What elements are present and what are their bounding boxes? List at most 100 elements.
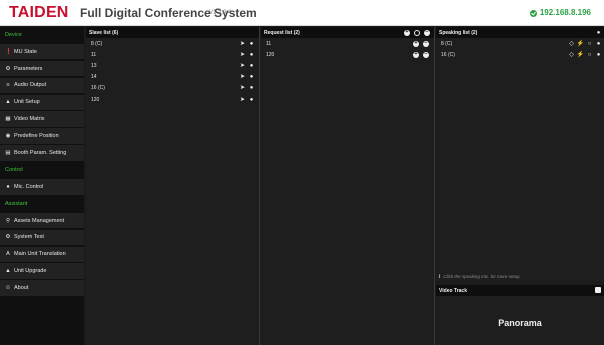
mic-icon[interactable]: ● bbox=[594, 50, 603, 59]
speaking-list-title: Speaking list (2) bbox=[439, 29, 478, 36]
sidebar-item-assets-management[interactable]: ⚲ Assets Management bbox=[0, 212, 84, 229]
accept-all-icon[interactable]: + bbox=[404, 29, 410, 36]
unit-id: 13 bbox=[91, 62, 97, 69]
diamond-icon[interactable]: ◇ bbox=[567, 50, 576, 59]
sidebar-section-label: Control bbox=[5, 166, 23, 173]
sidebar-item-label: Parameters bbox=[14, 65, 43, 72]
list-item[interactable]: 11 ➤ ● bbox=[86, 49, 259, 60]
slave-list-header: Slave list (6) bbox=[86, 27, 259, 38]
list-item[interactable]: 16 (C) ➤ ● bbox=[86, 83, 259, 94]
sidebar-item-unit-upgrade[interactable]: ▲ Unit Upgrade bbox=[0, 263, 84, 279]
sidebar-item-parameters[interactable]: ⚙ Parameters bbox=[0, 60, 84, 77]
mic-icon[interactable]: ● bbox=[247, 61, 256, 70]
sidebar-item-label: Unit Setup bbox=[14, 99, 40, 106]
sidebar-item-unit-setup[interactable]: ▲ Unit Setup bbox=[0, 94, 84, 111]
sidebar-section-label: Device bbox=[5, 31, 22, 38]
sidebar-item-system-test[interactable]: ⚙ System Test bbox=[0, 229, 84, 246]
accept-icon[interactable]: + bbox=[413, 40, 419, 47]
settings-icon: ⚙ bbox=[5, 65, 11, 72]
header-bar: TAIDEN Full Digital Conference System V1… bbox=[0, 0, 604, 26]
sidebar-item-predefine-position[interactable]: ◉ Predefine Position bbox=[0, 128, 84, 144]
mic-icon[interactable]: ● bbox=[247, 39, 256, 48]
send-icon[interactable]: ➤ bbox=[238, 50, 247, 59]
list-item[interactable]: 13 ➤ ● bbox=[86, 60, 259, 71]
sidebar-item-mic-control[interactable]: ● Mic. Control bbox=[0, 179, 84, 195]
request-list-panel: Request list (2) + − 11 + − 120 + − bbox=[261, 27, 435, 345]
check-circle-icon bbox=[529, 9, 537, 17]
list-item[interactable]: 16 (C) ◇ ⚡ ○ ● bbox=[436, 49, 604, 60]
list-item[interactable]: 8 (C) ➤ ● bbox=[86, 38, 259, 49]
mic-icon[interactable]: ● bbox=[247, 95, 256, 104]
accept-icon[interactable]: + bbox=[413, 51, 419, 58]
app-window: TAIDEN Full Digital Conference System V1… bbox=[0, 0, 604, 345]
list-item[interactable]: 120 + − bbox=[261, 49, 434, 60]
send-icon[interactable]: ➤ bbox=[238, 84, 247, 93]
reject-icon[interactable]: − bbox=[423, 51, 429, 58]
location-icon: ⚲ bbox=[5, 217, 11, 224]
unit-id: 11 bbox=[91, 51, 97, 58]
sidebar-item-label: Audio Output bbox=[14, 82, 47, 89]
video-track-header: Video Track bbox=[436, 285, 604, 296]
expand-icon[interactable] bbox=[595, 287, 601, 293]
sidebar-section-device: Device bbox=[0, 27, 84, 43]
about-icon: ☉ bbox=[5, 285, 11, 292]
remove-all-icon[interactable]: − bbox=[424, 29, 430, 36]
sidebar-item-label: System Test bbox=[14, 234, 44, 241]
sliders-icon: ≡ bbox=[6, 82, 10, 89]
sidebar-section-label: Assistant bbox=[5, 200, 28, 207]
circle-icon[interactable]: ○ bbox=[585, 50, 594, 59]
send-icon[interactable]: ➤ bbox=[238, 61, 247, 70]
reject-icon[interactable]: − bbox=[423, 40, 429, 47]
send-icon[interactable]: ➤ bbox=[238, 95, 247, 104]
unit-id: 120 bbox=[91, 96, 100, 103]
list-item[interactable]: 8 (C) ◇ ⚡ ○ ● bbox=[436, 38, 604, 49]
mic-icon[interactable]: ● bbox=[247, 50, 256, 59]
video-mode-label: Panorama bbox=[498, 317, 542, 328]
send-icon[interactable]: ➤ bbox=[238, 39, 247, 48]
video-track-view[interactable]: Panorama bbox=[436, 296, 604, 345]
sidebar-item-label: Predefine Position bbox=[14, 133, 59, 140]
mic-icon[interactable]: ● bbox=[594, 28, 603, 37]
unit-id: 8 (C) bbox=[91, 40, 103, 47]
sidebar-item-main-unit-translation[interactable]: A Main Unit Translation bbox=[0, 246, 84, 263]
unit-id: 120 bbox=[266, 51, 275, 58]
send-icon[interactable]: ➤ bbox=[238, 73, 247, 82]
diamond-icon[interactable]: ◇ bbox=[567, 39, 576, 48]
mic-icon[interactable]: ● bbox=[247, 84, 256, 93]
lightning-icon[interactable]: ⚡ bbox=[576, 39, 585, 48]
sidebar-item-mu-state[interactable]: ❗ MU State bbox=[0, 43, 84, 60]
clear-all-icon[interactable] bbox=[414, 29, 420, 36]
request-list-title: Request list (2) bbox=[264, 29, 300, 36]
list-item[interactable]: 14 ➤ ● bbox=[86, 72, 259, 83]
info-icon: ❗ bbox=[5, 48, 12, 55]
sidebar-section-assistant: Assistant bbox=[0, 195, 84, 212]
grid-icon: ▦ bbox=[5, 116, 11, 123]
info-icon: i bbox=[439, 273, 441, 280]
sidebar-item-booth-param-setting[interactable]: ▤ Booth Param. Setting bbox=[0, 145, 84, 161]
circle-icon[interactable]: ○ bbox=[585, 39, 594, 48]
sidebar-item-label: MU State bbox=[14, 48, 37, 55]
unit-id: 16 (C) bbox=[91, 85, 105, 92]
lightning-icon[interactable]: ⚡ bbox=[576, 50, 585, 59]
camera-icon: ◉ bbox=[5, 133, 11, 140]
sidebar-item-audio-output[interactable]: ≡ Audio Output bbox=[0, 77, 84, 94]
unit-id: 11 bbox=[266, 40, 272, 47]
unit-id: 16 (C) bbox=[441, 51, 455, 58]
sidebar-item-label: Main Unit Translation bbox=[14, 251, 66, 258]
connection-status: 192.168.8.196 bbox=[529, 9, 591, 17]
speaking-hint-text: Click the speaking mic. for more setup. bbox=[443, 274, 521, 279]
unit-id: 8 (C) bbox=[441, 40, 453, 47]
list-item[interactable]: 120 ➤ ● bbox=[86, 94, 259, 105]
sidebar-item-about[interactable]: ☉ About bbox=[0, 280, 84, 296]
sidebar-item-label: Mic. Control bbox=[14, 183, 44, 190]
mic-icon[interactable]: ● bbox=[247, 73, 256, 82]
sidebar-item-video-matrix[interactable]: ▦ Video Matrix bbox=[0, 111, 84, 127]
app-version: V1.2.0.4 bbox=[209, 10, 232, 16]
video-track-title: Video Track bbox=[439, 287, 467, 294]
booth-icon: ▤ bbox=[5, 149, 11, 156]
mic-icon[interactable]: ● bbox=[594, 39, 603, 48]
sidebar-item-label: About bbox=[14, 285, 29, 292]
list-item[interactable]: 11 + − bbox=[261, 38, 434, 49]
speaking-list-header: Speaking list (2) ● bbox=[436, 27, 604, 38]
mic-icon: ● bbox=[6, 183, 10, 190]
